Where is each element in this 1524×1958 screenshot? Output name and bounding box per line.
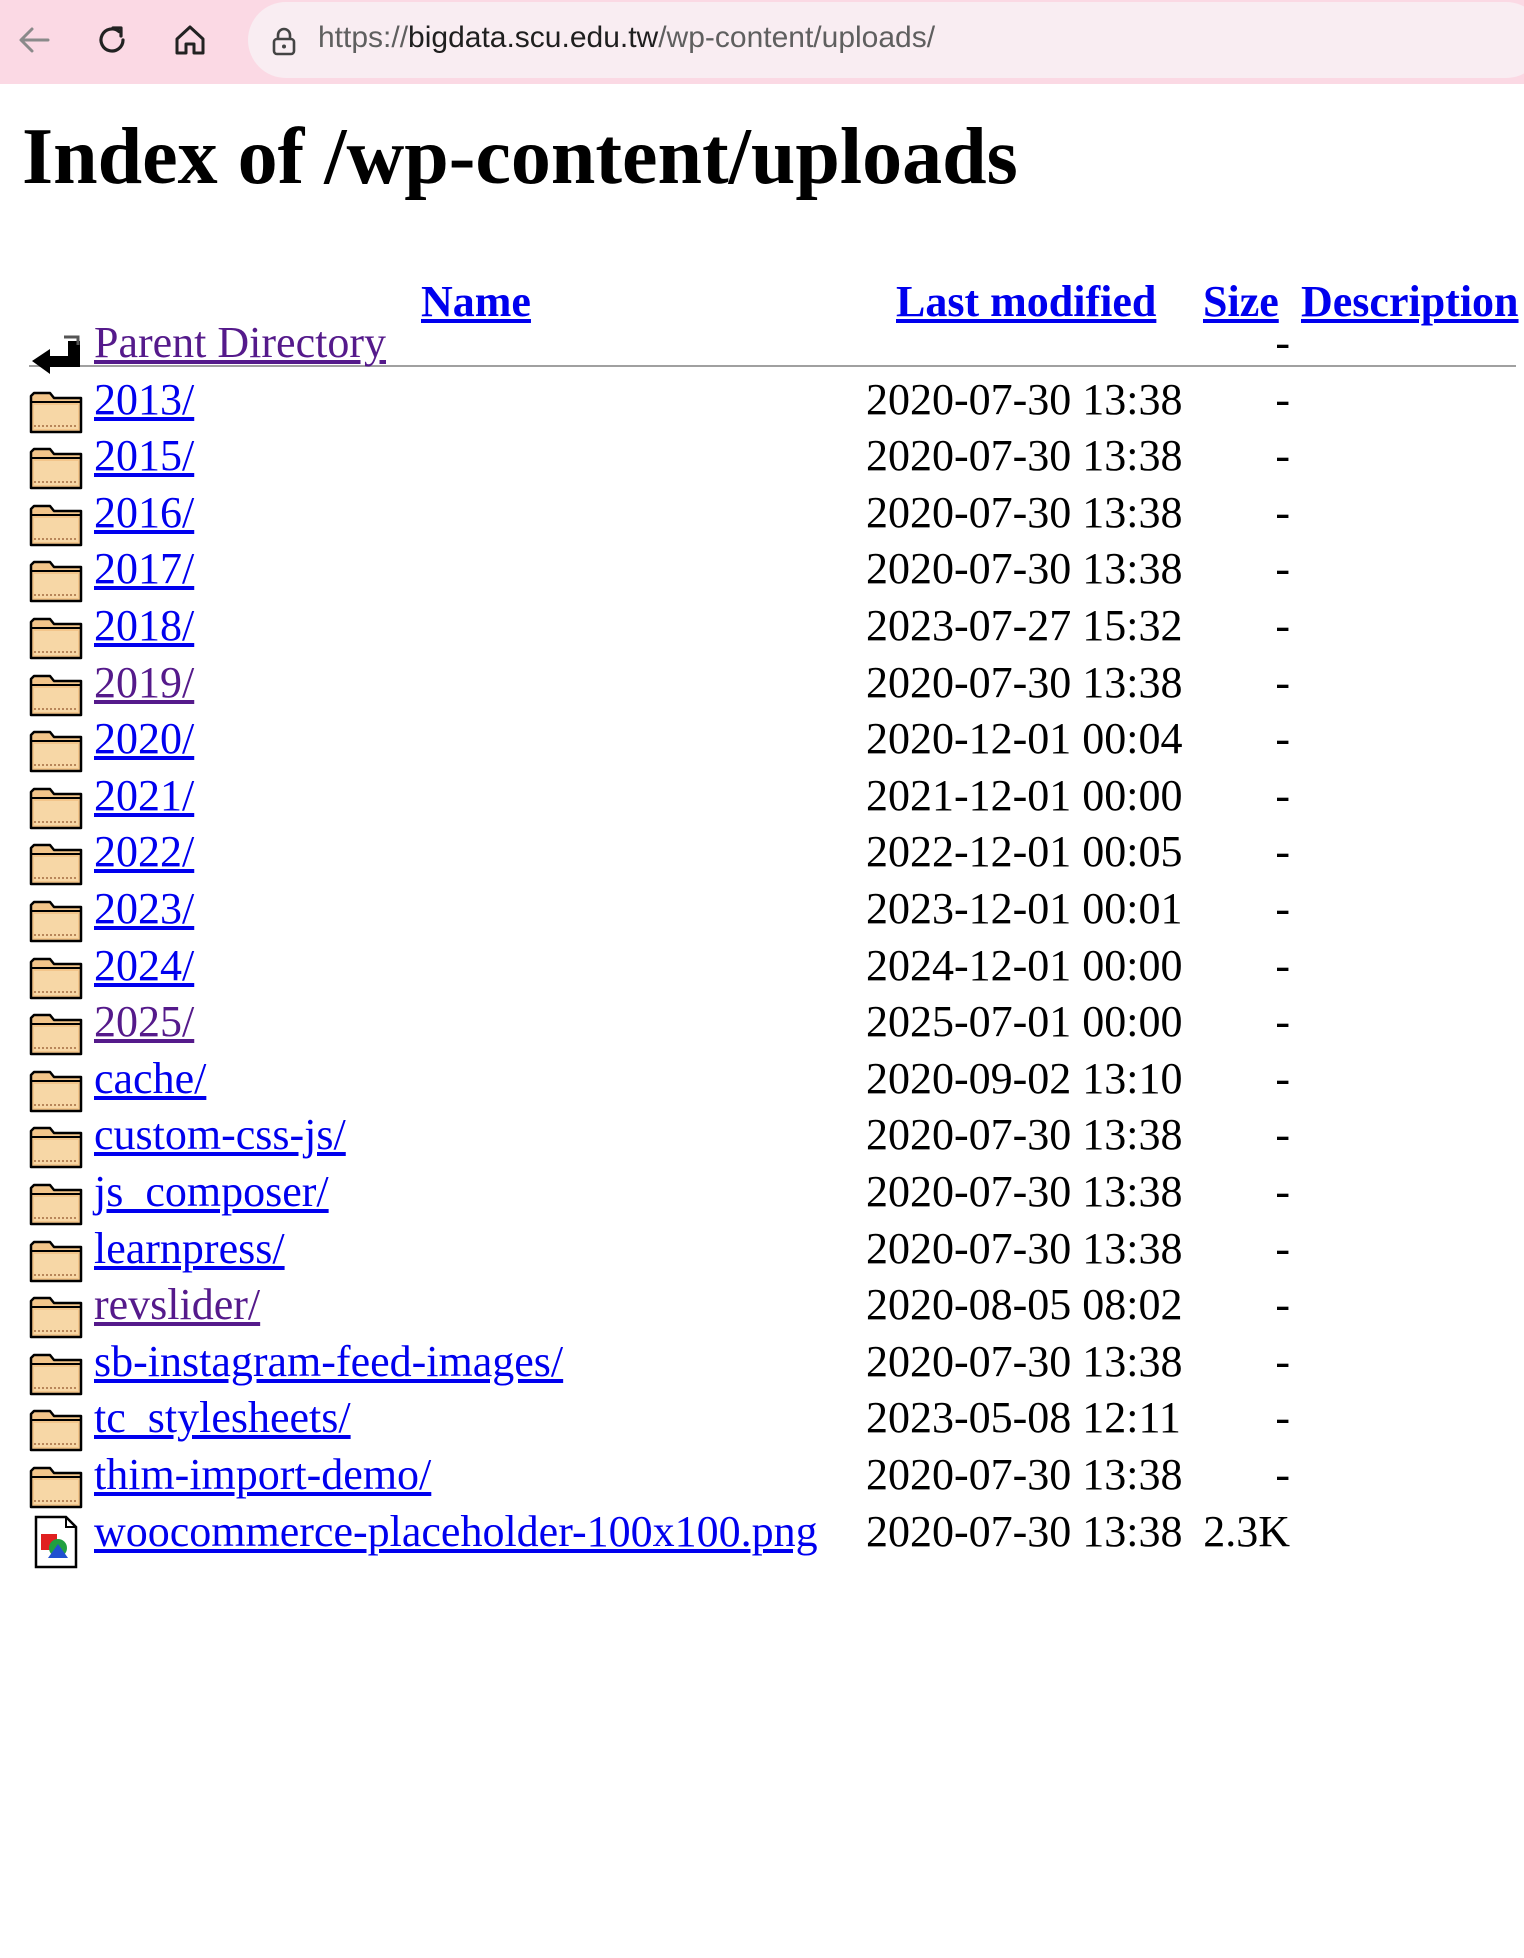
browser-toolbar: https://bigdata.scu.edu.tw/wp-content/up… [0,0,1524,84]
last-modified: 2020-07-30 13:38 [866,487,1183,537]
entry-link[interactable]: js_composer/ [94,1166,329,1217]
file-size: - [1275,487,1290,537]
entry-link[interactable]: 2017/ [94,543,194,594]
last-modified: 2020-12-01 00:04 [866,714,1183,764]
reload-icon [99,26,125,53]
file-size: - [1275,431,1290,481]
last-modified: 2025-07-01 00:00 [866,997,1183,1047]
file-size: - [1275,997,1290,1047]
site-info-icon[interactable] [266,24,302,60]
reload-button[interactable] [88,16,136,64]
file-size: - [1275,940,1290,990]
url-host: bigdata.scu.edu.tw [408,21,659,54]
last-modified: 2020-07-30 13:38 [866,1167,1183,1216]
entry-link[interactable]: 2023/ [94,883,194,934]
file-size: - [1275,657,1290,707]
file-size: - [1275,601,1290,650]
back-button[interactable] [10,16,58,64]
url-path: /wp-content/uploads/ [658,21,936,54]
last-modified: 2020-07-30 13:38 [866,544,1183,594]
file-size: - [1275,770,1290,820]
entry-link[interactable]: thim-import-demo/ [94,1449,431,1500]
entry-link[interactable]: 2024/ [94,940,194,991]
entry-link[interactable]: 2020/ [94,713,194,764]
entry-link[interactable]: 2022/ [94,826,194,877]
entry-link[interactable]: woocommerce-placeholder-100x100.png [94,1506,818,1557]
file-size: - [1275,1167,1290,1216]
last-modified: 2021-12-01 00:00 [866,770,1183,820]
address-bar[interactable]: https://bigdata.scu.edu.tw/wp-content/up… [248,2,1524,78]
page-title: Index of /wp-content/uploads [22,113,1018,201]
entry-link[interactable]: custom-css-js/ [94,1109,346,1160]
file-size: - [1275,827,1290,877]
last-modified: 2020-07-30 13:38 [866,1506,1183,1556]
file-size: - [1275,1053,1290,1103]
file-size: - [1275,1336,1290,1386]
file-size: - [1275,544,1290,594]
entry-link[interactable]: Parent Directory [94,317,386,368]
last-modified: 2020-07-30 13:38 [866,657,1183,707]
url-scheme: https:// [318,21,409,54]
last-modified: 2023-12-01 00:01 [866,884,1183,933]
file-size: - [1275,714,1290,764]
entry-link[interactable]: 2019/ [94,657,194,708]
last-modified: 2020-07-30 13:38 [866,1336,1183,1386]
file-size: - [1275,1110,1290,1160]
last-modified: 2020-07-30 13:38 [866,374,1183,424]
home-button[interactable] [166,16,214,64]
file-size: - [1275,1223,1290,1273]
image-file-icon [28,1514,84,1570]
last-modified: 2020-07-30 13:38 [866,1110,1183,1160]
entry-link[interactable]: revslider/ [94,1279,260,1330]
url-text: https://bigdata.scu.edu.tw/wp-content/up… [318,21,935,55]
entry-link[interactable]: 2018/ [94,600,194,651]
last-modified: 2020-09-02 13:10 [866,1053,1183,1103]
file-size: - [1275,1393,1290,1443]
table-row: woocommerce-placeholder-100x100.png 2020-… [0,1504,1524,1575]
entry-link[interactable]: 2013/ [94,374,194,425]
last-modified: 2020-08-05 08:02 [866,1280,1183,1330]
home-icon [175,25,205,55]
file-size: - [1275,1450,1290,1499]
file-size: - [1275,1280,1290,1330]
entry-link[interactable]: 2016/ [94,487,194,538]
file-size: - [1275,884,1290,933]
entry-link[interactable]: tc_stylesheets/ [94,1392,351,1443]
entry-link[interactable]: learnpress/ [94,1223,285,1274]
last-modified: 2022-12-01 00:05 [866,827,1183,877]
page-content: Index of /wp-content/uploads Name Last m… [0,84,1524,1958]
back-arrow-icon [19,27,50,53]
entry-link[interactable]: 2025/ [94,996,194,1047]
entry-link[interactable]: cache/ [94,1053,206,1104]
file-size: - [1275,318,1290,367]
entry-link[interactable]: 2015/ [94,430,194,481]
file-size: 2.3K [1203,1506,1290,1556]
last-modified: 2020-07-30 13:38 [866,1450,1183,1499]
last-modified: 2024-12-01 00:00 [866,940,1183,990]
last-modified: 2020-07-30 13:38 [866,431,1183,481]
last-modified: 2023-05-08 12:11 [866,1393,1181,1443]
last-modified: 2023-07-27 15:32 [866,601,1183,650]
file-size: - [1275,374,1290,424]
entry-link[interactable]: sb-instagram-feed-images/ [94,1336,563,1387]
entry-link[interactable]: 2021/ [94,770,194,821]
last-modified: 2020-07-30 13:38 [866,1223,1183,1273]
